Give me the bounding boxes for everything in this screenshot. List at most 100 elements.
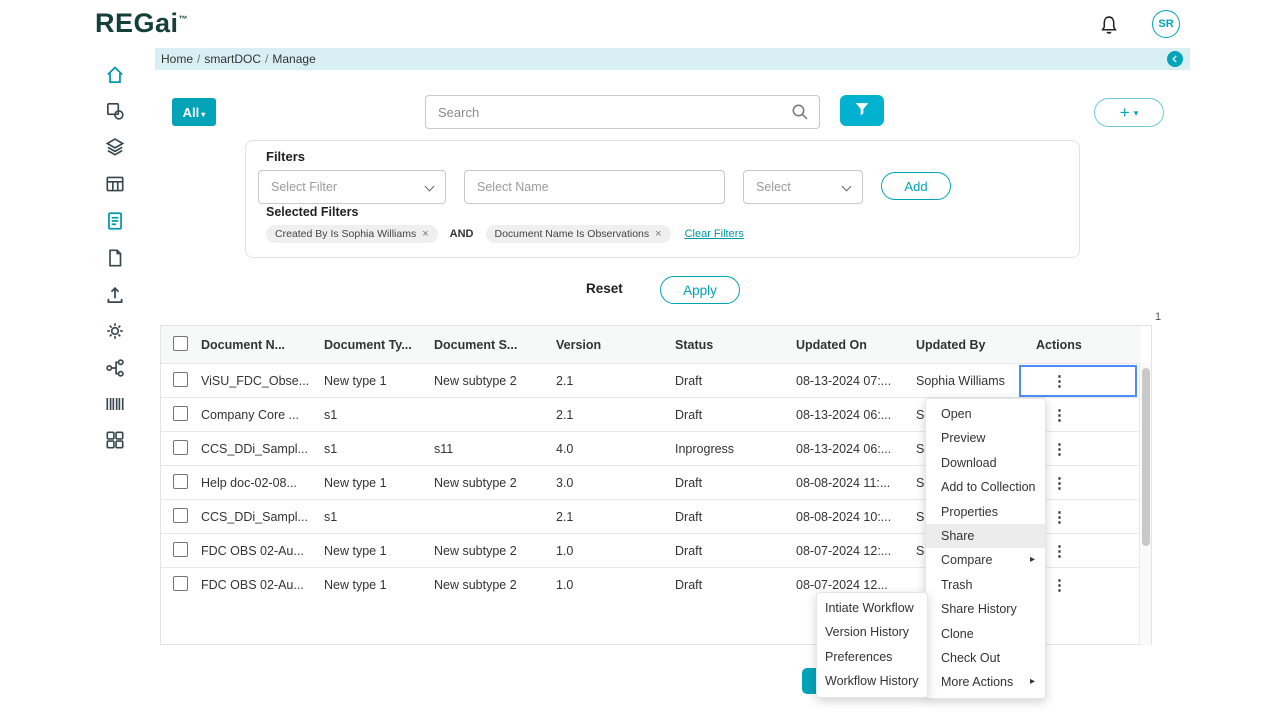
cell-version: 4.0 <box>556 442 675 456</box>
clear-filters-link[interactable]: Clear Filters <box>685 228 744 240</box>
menu-item-label: Compare <box>941 553 992 567</box>
cell-document-subtype: New subtype 2 <box>434 476 556 490</box>
menu-item-trash[interactable]: Trash <box>926 573 1045 597</box>
sidebar-item-documents[interactable] <box>104 210 126 232</box>
menu-item-compare[interactable]: Compare ▸ <box>926 548 1045 572</box>
sidebar-item-settings[interactable] <box>104 320 126 342</box>
col-status[interactable]: Status <box>675 338 796 352</box>
menu-item-add-to-collection[interactable]: Add to Collection <box>926 475 1045 499</box>
sidebar-item-apps[interactable] <box>104 429 126 451</box>
scope-dropdown-button[interactable]: All▾ <box>172 98 216 126</box>
filter-button[interactable] <box>840 95 884 126</box>
cell-updated-on: 08-07-2024 12... <box>796 578 916 592</box>
cell-document-subtype: New subtype 2 <box>434 578 556 592</box>
row-actions-button[interactable]: ⋮ <box>1046 475 1073 492</box>
cell-document-subtype: New subtype 2 <box>434 544 556 558</box>
menu-item-preferences[interactable]: Preferences <box>817 645 927 669</box>
col-version[interactable]: Version <box>556 338 675 352</box>
sidebar-item-home[interactable] <box>104 64 126 86</box>
menu-item-check-out[interactable]: Check Out <box>926 646 1045 670</box>
row-checkbox[interactable] <box>173 372 188 387</box>
cell-updated-on: 08-08-2024 11:... <box>796 476 916 490</box>
row-actions-button[interactable]: ⋮ <box>1046 441 1073 458</box>
select-filter-dropdown[interactable]: Select Filter <box>258 170 446 204</box>
menu-item-open[interactable]: Open <box>926 402 1045 426</box>
menu-item-download[interactable]: Download <box>926 451 1045 475</box>
cell-updated-on: 08-13-2024 06:... <box>796 442 916 456</box>
menu-item-version-history[interactable]: Version History <box>817 620 927 644</box>
col-updated-by[interactable]: Updated By <box>916 338 1036 352</box>
cell-document-name: FDC OBS 02-Au... <box>201 544 324 558</box>
select-all-checkbox[interactable] <box>173 336 188 351</box>
col-document-name[interactable]: Document N... <box>201 338 324 352</box>
row-checkbox[interactable] <box>173 474 188 489</box>
cell-status: Draft <box>675 544 796 558</box>
menu-item-properties[interactable]: Properties <box>926 500 1045 524</box>
chevron-down-icon <box>425 182 435 192</box>
cell-document-type: New type 1 <box>324 476 434 490</box>
menu-item-preview[interactable]: Preview <box>926 426 1045 450</box>
search-icon[interactable] <box>790 102 810 122</box>
menu-item-share-history[interactable]: Share History <box>926 597 1045 621</box>
sidebar-item-upload[interactable] <box>104 284 126 306</box>
menu-item-clone[interactable]: Clone <box>926 622 1045 646</box>
submenu-arrow-icon: ▸ <box>1030 670 1035 694</box>
submenu-arrow-icon: ▸ <box>1030 548 1035 572</box>
col-updated-on[interactable]: Updated On <box>796 338 916 352</box>
chevron-down-icon: ▾ <box>201 110 205 119</box>
select-operator-dropdown[interactable]: Select <box>743 170 863 204</box>
add-new-button[interactable]: +▾ <box>1094 98 1164 127</box>
cell-document-name: CCS_DDi_Sampl... <box>201 510 324 524</box>
select-filter-placeholder: Select Filter <box>271 180 337 194</box>
sidebar-item-clone[interactable] <box>104 100 126 122</box>
col-document-type[interactable]: Document Ty... <box>324 338 434 352</box>
filter-chip[interactable]: Document Name Is Observations× <box>486 225 671 243</box>
add-filter-button[interactable]: Add <box>881 172 951 200</box>
menu-item-workflow-history[interactable]: Workflow History <box>817 669 927 693</box>
select-placeholder: Select <box>756 180 791 194</box>
table-scrollbar-track[interactable] <box>1139 363 1151 645</box>
breadcrumb-smartdoc[interactable]: smartDOC <box>204 52 261 66</box>
sidebar-item-grid[interactable] <box>104 173 126 195</box>
close-icon[interactable]: × <box>655 228 661 240</box>
notifications-bell-icon[interactable] <box>1098 14 1120 36</box>
cell-document-name: Company Core ... <box>201 408 324 422</box>
row-actions-button[interactable]: ⋮ <box>1046 543 1073 560</box>
cell-version: 2.1 <box>556 510 675 524</box>
sidebar-item-workflow[interactable] <box>104 357 126 379</box>
apply-button[interactable]: Apply <box>660 276 740 304</box>
cell-document-type: s1 <box>324 408 434 422</box>
reset-button[interactable]: Reset <box>586 281 623 296</box>
search-input[interactable] <box>425 95 820 129</box>
table-scrollbar-thumb[interactable] <box>1142 368 1150 546</box>
sidebar-item-barcode[interactable] <box>104 393 126 415</box>
row-checkbox[interactable] <box>173 542 188 557</box>
table-row[interactable]: ViSU_FDC_Obse... New type 1 New subtype … <box>161 363 1141 397</box>
breadcrumb-home[interactable]: Home <box>161 52 193 66</box>
row-actions-button[interactable]: ⋮ <box>1046 509 1073 526</box>
sidebar-item-layers[interactable] <box>104 136 126 158</box>
cell-updated-by: Sophia Williams <box>916 374 1036 388</box>
cell-version: 3.0 <box>556 476 675 490</box>
row-actions-button[interactable]: ⋮ <box>1046 577 1073 594</box>
row-checkbox[interactable] <box>173 508 188 523</box>
row-actions-button[interactable]: ⋮ <box>1046 373 1073 390</box>
col-document-subtype[interactable]: Document S... <box>434 338 556 352</box>
menu-item-more-actions[interactable]: More Actions▸ <box>926 670 1045 694</box>
plus-icon: + <box>1120 103 1130 122</box>
user-avatar[interactable]: SR <box>1152 10 1180 38</box>
filter-chip[interactable]: Created By Is Sophia Williams× <box>266 225 438 243</box>
select-name-input[interactable] <box>464 170 725 204</box>
sidebar-item-document[interactable] <box>104 247 126 269</box>
row-checkbox[interactable] <box>173 440 188 455</box>
scope-label: All <box>183 105 200 120</box>
close-icon[interactable]: × <box>422 228 428 240</box>
row-checkbox[interactable] <box>173 576 188 591</box>
cell-document-subtype: New subtype 2 <box>434 374 556 388</box>
collapse-icon[interactable] <box>1167 51 1183 67</box>
row-actions-button[interactable]: ⋮ <box>1046 407 1073 424</box>
row-checkbox[interactable] <box>173 406 188 421</box>
breadcrumb-manage[interactable]: Manage <box>272 52 315 66</box>
menu-item-intiate-workflow[interactable]: Intiate Workflow <box>817 596 927 620</box>
menu-item-share[interactable]: Share <box>926 524 1045 548</box>
